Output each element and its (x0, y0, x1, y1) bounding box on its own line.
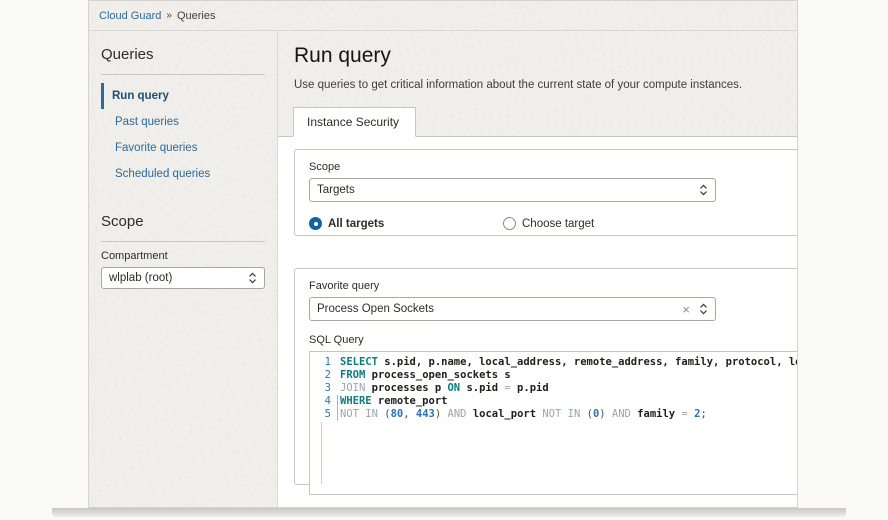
sql-editor[interactable]: 1SELECT s.pid, p.name, local_address, re… (309, 351, 798, 495)
breadcrumb-link-cloud-guard[interactable]: Cloud Guard (99, 10, 161, 22)
code-text: FROM process_open_sockets s (340, 369, 511, 382)
radio-selected-icon (309, 217, 322, 230)
sidebar-item-scheduled-queries[interactable]: Scheduled queries (101, 161, 265, 187)
chevron-updown-icon (699, 303, 708, 315)
line-number: 1 (310, 356, 340, 369)
scope-label: Scope (309, 161, 798, 173)
window-bottom-shadow (52, 508, 846, 517)
chevron-updown-icon (699, 184, 708, 196)
breadcrumb-current: Queries (177, 10, 216, 22)
favorite-query-label: Favorite query (309, 280, 798, 292)
line-number: 5 (310, 408, 340, 421)
favorite-query-panel: Favorite query Process Open Sockets × SQ… (294, 268, 798, 485)
sidebar-scope-heading: Scope (101, 213, 265, 230)
code-line: 3JOIN processes p ON s.pid = p.pid (310, 382, 798, 395)
sidebar-item-favorite-queries[interactable]: Favorite queries (101, 135, 265, 161)
code-line: 1SELECT s.pid, p.name, local_address, re… (310, 356, 798, 369)
sidebar: Queries Run query Past queries Favorite … (89, 31, 278, 507)
editor-guide-line (321, 422, 322, 484)
sidebar-divider (101, 241, 265, 242)
sidebar-divider (101, 74, 265, 75)
radio-choose-target-label: Choose target (522, 218, 594, 230)
tab-instance-security[interactable]: Instance Security (293, 107, 416, 137)
sidebar-queries-heading: Queries (101, 46, 265, 63)
radio-choose-target[interactable]: Choose target (503, 217, 594, 230)
scope-panel: Scope Targets All targets (294, 149, 798, 236)
breadcrumb-separator-icon: » (166, 10, 172, 21)
cloud-guard-window: Cloud Guard » Queries Queries Run query … (88, 0, 798, 508)
sidebar-item-past-queries[interactable]: Past queries (101, 109, 265, 135)
breadcrumb: Cloud Guard » Queries (89, 1, 797, 31)
page-title: Run query (294, 44, 781, 68)
code-line: 5NOT IN (80, 443) AND local_port NOT IN … (310, 408, 798, 421)
clear-selection-icon[interactable]: × (682, 303, 690, 316)
compartment-select-value: wlplab (root) (109, 272, 172, 284)
favorite-query-value: Process Open Sockets (317, 303, 434, 315)
line-number: 4 (310, 395, 340, 408)
tab-content-panel: Scope Targets All targets (278, 136, 797, 508)
targets-select-value: Targets (317, 184, 355, 196)
radio-all-targets[interactable]: All targets (309, 217, 503, 230)
sql-query-label: SQL Query (309, 334, 798, 346)
code-text: SELECT s.pid, p.name, local_address, rem… (340, 356, 798, 369)
page-subtitle: Use queries to get critical information … (294, 79, 781, 91)
targets-select[interactable]: Targets (309, 178, 716, 202)
code-line: 2FROM process_open_sockets s (310, 369, 798, 382)
sidebar-item-run-query[interactable]: Run query (101, 83, 265, 109)
line-number: 3 (310, 382, 340, 395)
queries-nav: Run query Past queries Favorite queries … (101, 83, 265, 187)
compartment-label: Compartment (101, 250, 265, 262)
main-content: Run query Use queries to get critical in… (278, 31, 797, 507)
sql-editor-lines: 1SELECT s.pid, p.name, local_address, re… (310, 356, 798, 421)
line-number: 2 (310, 369, 340, 382)
chevron-updown-icon (248, 272, 257, 284)
page-background: Cloud Guard » Queries Queries Run query … (0, 0, 888, 520)
code-text: WHERE remote_port (340, 395, 447, 408)
compartment-select[interactable]: wlplab (root) (101, 267, 265, 289)
code-line: 4WHERE remote_port (310, 395, 798, 408)
code-text: JOIN processes p ON s.pid = p.pid (340, 382, 549, 395)
radio-unselected-icon (503, 217, 516, 230)
radio-all-targets-label: All targets (328, 218, 384, 230)
favorite-query-combobox[interactable]: Process Open Sockets × (309, 297, 716, 321)
code-text: NOT IN (80, 443) AND local_port NOT IN (… (340, 408, 707, 421)
target-radio-group: All targets Choose target (309, 217, 798, 230)
tab-strip: Instance Security (278, 107, 797, 137)
